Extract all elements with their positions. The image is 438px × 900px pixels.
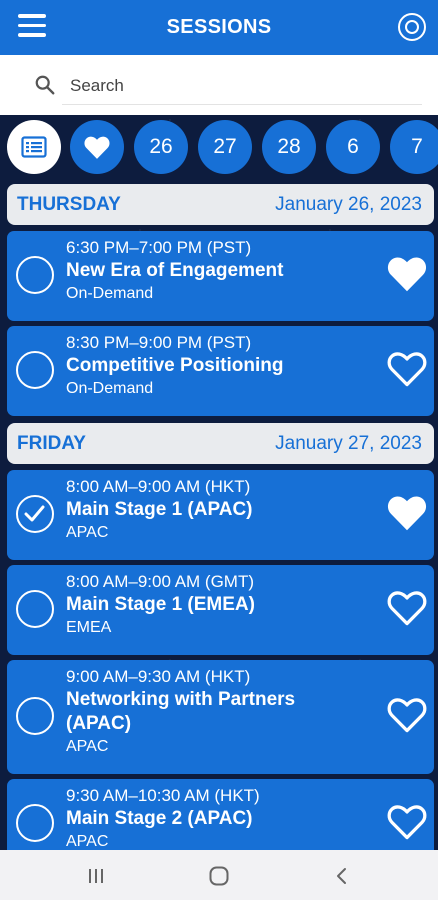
heart-filled-icon[interactable] <box>386 494 428 532</box>
recent-apps-icon[interactable] <box>84 864 108 888</box>
attend-checkbox[interactable] <box>16 590 54 628</box>
app-bar: SESSIONS <box>0 0 438 55</box>
session-title: Main Stage 1 (APAC) <box>66 499 253 520</box>
search-icon <box>35 75 55 95</box>
session-card[interactable]: 8:00 AM–9:00 AM (GMT) Main Stage 1 (EMEA… <box>7 565 434 655</box>
list-view-filter[interactable] <box>7 120 61 174</box>
heart-outline-icon[interactable] <box>386 803 428 841</box>
session-card[interactable]: 8:30 PM–9:00 PM (PST) Competitive Positi… <box>7 326 434 416</box>
attend-checkbox[interactable] <box>16 697 54 735</box>
attend-checkbox[interactable] <box>16 256 54 294</box>
home-icon[interactable] <box>207 864 231 888</box>
list-view-icon <box>21 136 47 158</box>
session-title: Networking with Partners (APAC) <box>66 689 296 734</box>
date-chip-26[interactable]: 26 <box>134 120 188 174</box>
session-time: 8:30 PM–9:00 PM (PST) <box>66 333 252 352</box>
session-track: APAC <box>66 524 109 541</box>
day-date: January 26, 2023 <box>275 193 422 215</box>
heart-outline-icon[interactable] <box>386 350 428 388</box>
date-chip-27[interactable]: 27 <box>198 120 252 174</box>
session-track: On-Demand <box>66 285 154 302</box>
hamburger-menu-icon[interactable] <box>18 14 46 40</box>
session-time: 8:00 AM–9:00 AM (GMT) <box>66 572 255 591</box>
session-track: EMEA <box>66 619 112 636</box>
session-time: 8:00 AM–9:00 AM (HKT) <box>66 477 251 496</box>
attend-checkbox-checked[interactable] <box>16 495 54 533</box>
date-chip-6[interactable]: 6 <box>326 120 380 174</box>
system-nav-bar <box>0 850 438 900</box>
session-title: Main Stage 1 (EMEA) <box>66 594 255 615</box>
session-track: APAC <box>66 833 109 850</box>
session-card[interactable]: 6:30 PM–7:00 PM (PST) New Era of Engagem… <box>7 231 434 321</box>
session-time: 6:30 PM–7:00 PM (PST) <box>66 238 252 257</box>
page-title: SESSIONS <box>166 16 272 38</box>
day-header: FRIDAY January 27, 2023 <box>7 423 434 464</box>
session-list: THURSDAY January 26, 2023 6:30 PM–7:00 P… <box>7 184 434 850</box>
favorites-filter[interactable] <box>70 120 124 174</box>
heart-outline-icon[interactable] <box>386 696 428 734</box>
heart-outline-icon[interactable] <box>386 589 428 627</box>
session-card[interactable]: 9:30 AM–10:30 AM (HKT) Main Stage 2 (APA… <box>7 779 434 850</box>
heart-icon <box>84 136 110 159</box>
attend-checkbox[interactable] <box>16 804 54 842</box>
session-card[interactable]: 8:00 AM–9:00 AM (HKT) Main Stage 1 (APAC… <box>7 470 434 560</box>
session-title: Competitive Positioning <box>66 355 284 376</box>
day-name: FRIDAY <box>17 432 86 454</box>
settings-icon[interactable] <box>398 13 426 41</box>
day-date: January 27, 2023 <box>275 432 422 454</box>
search-input[interactable] <box>62 67 422 105</box>
day-name: THURSDAY <box>17 193 121 215</box>
day-header: THURSDAY January 26, 2023 <box>7 184 434 225</box>
heart-filled-icon[interactable] <box>386 255 428 293</box>
session-title: New Era of Engagement <box>66 260 284 281</box>
filter-bar: 26 27 28 6 7 <box>0 118 438 178</box>
date-chip-7[interactable]: 7 <box>390 120 438 174</box>
session-time: 9:00 AM–9:30 AM (HKT) <box>66 667 251 686</box>
session-title: Main Stage 2 (APAC) <box>66 808 253 829</box>
checkmark-icon <box>24 505 45 522</box>
date-chip-28[interactable]: 28 <box>262 120 316 174</box>
attend-checkbox[interactable] <box>16 351 54 389</box>
search-bar <box>0 55 438 115</box>
back-icon[interactable] <box>330 864 354 888</box>
session-track: On-Demand <box>66 380 154 397</box>
session-card[interactable]: 9:00 AM–9:30 AM (HKT) Networking with Pa… <box>7 660 434 774</box>
session-time: 9:30 AM–10:30 AM (HKT) <box>66 786 260 805</box>
session-track: APAC <box>66 738 109 755</box>
